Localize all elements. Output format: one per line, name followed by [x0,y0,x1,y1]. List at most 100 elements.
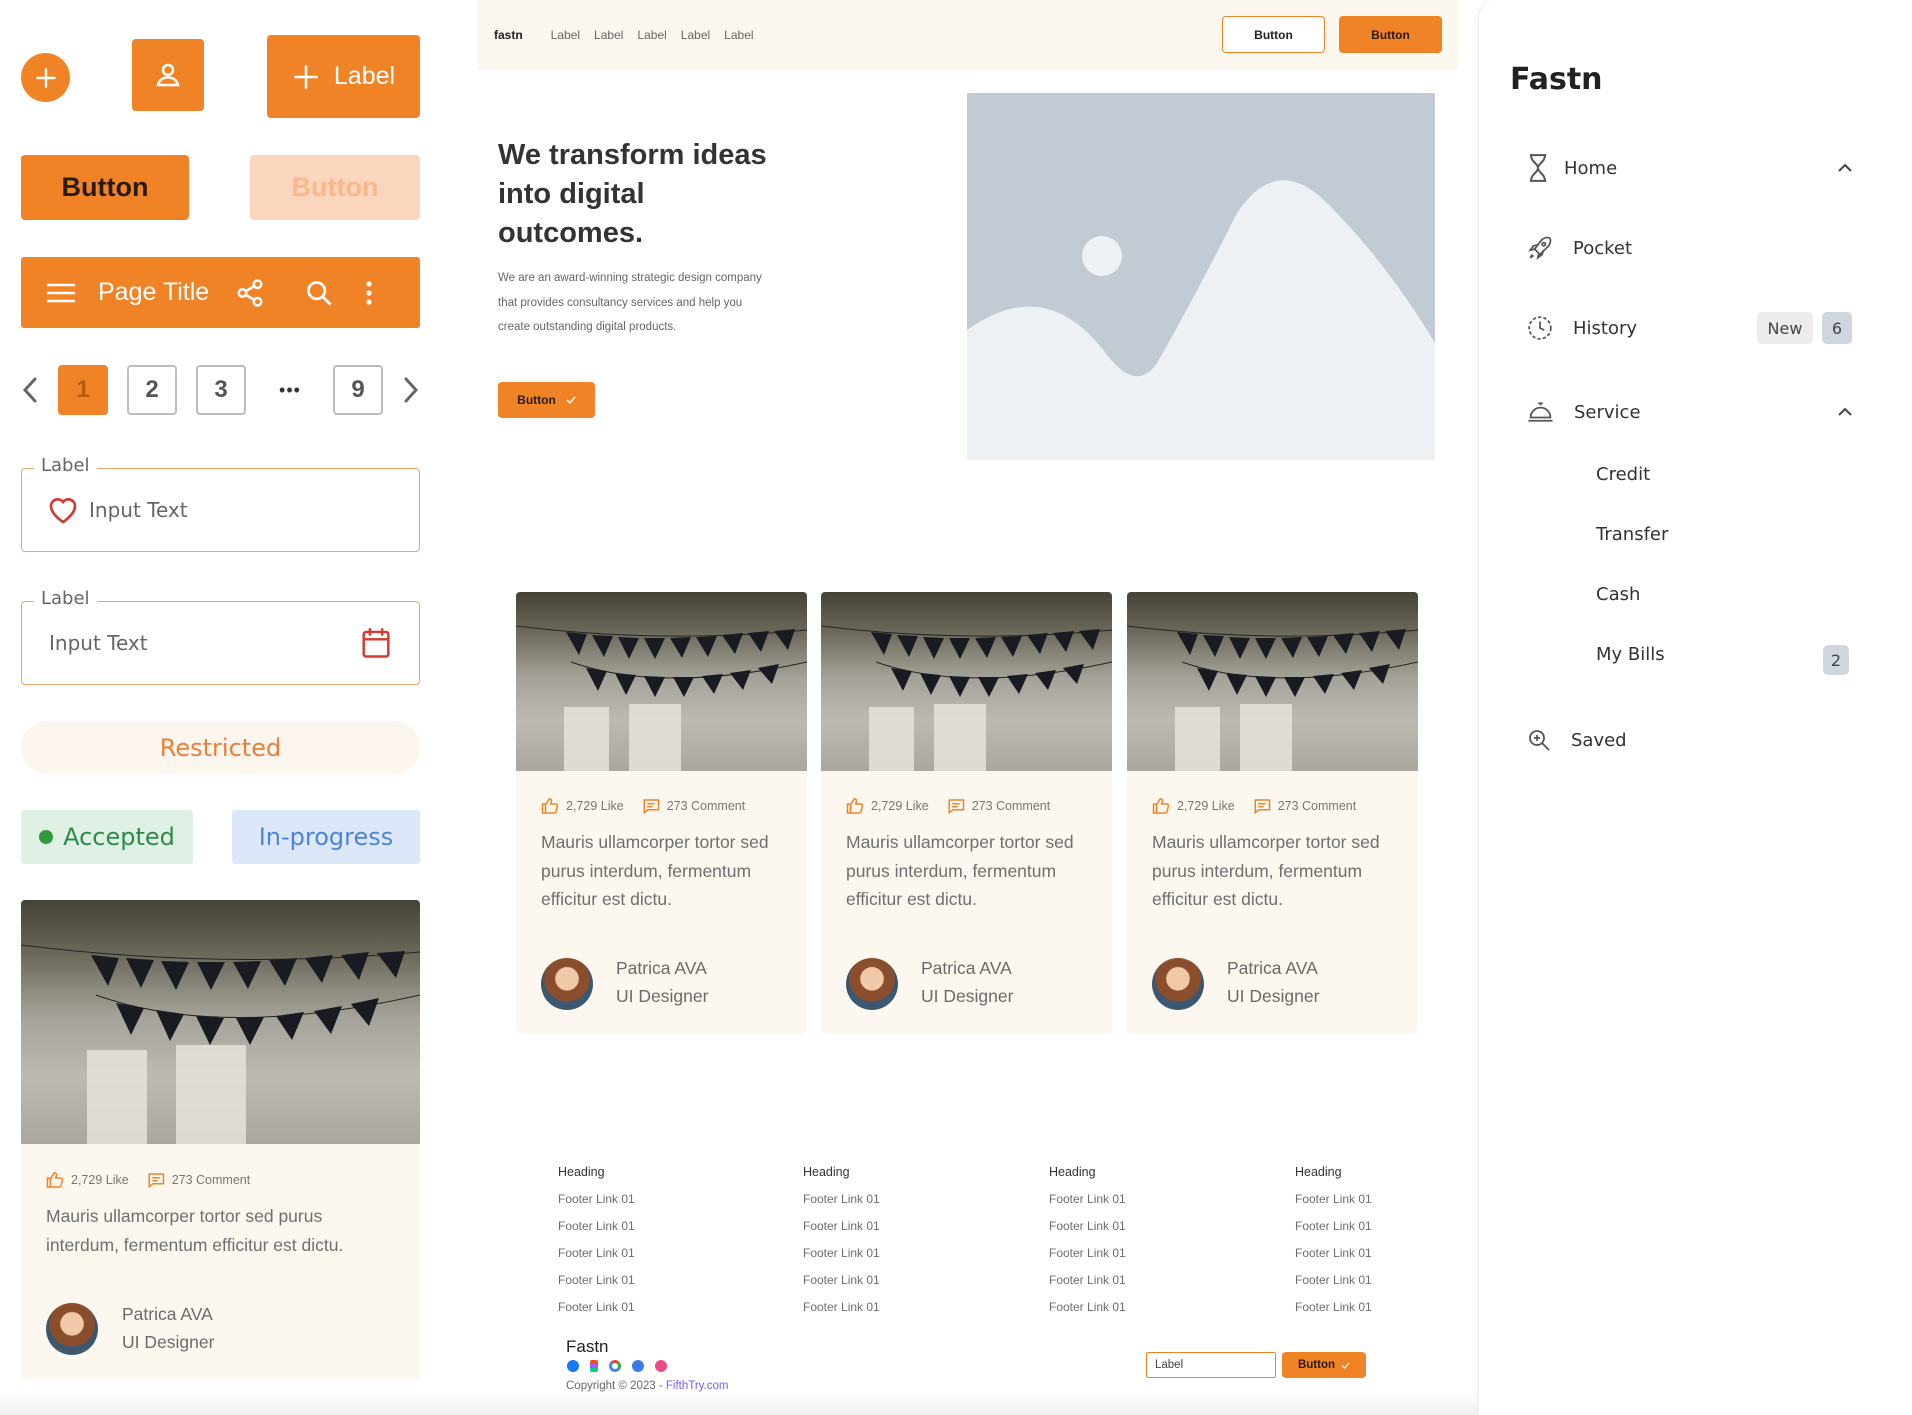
blog-card[interactable]: 2,729 Like 273 Comment Mauris ullamcorpe… [516,592,807,1034]
sidebar-item-saved[interactable]: Saved [1527,728,1627,752]
pagination-page-9[interactable]: 9 [333,365,383,415]
comment-count[interactable]: 273 Comment [147,1172,250,1188]
sidebar-item-history[interactable]: History New 6 [1527,312,1853,344]
footer-link[interactable]: Footer Link 01 [803,1192,880,1206]
user-icon [156,63,180,87]
search-icon[interactable] [305,279,333,307]
thumbs-up-icon [46,1171,64,1188]
footer-link[interactable]: Footer Link 01 [1295,1273,1372,1287]
count-badge: 6 [1822,312,1852,344]
sidebar-subitem-my-bills[interactable]: My Bills 2 [1596,644,1853,675]
sidebar-item-pocket[interactable]: Pocket [1527,234,1632,262]
footer-input-placeholder: Label [1155,1359,1184,1371]
nav-link[interactable]: Label [681,28,710,42]
footer-link[interactable]: Footer Link 01 [803,1300,880,1314]
blog-card[interactable]: 2,729 Like 273 Comment Mauris ullamcorpe… [1127,592,1418,1034]
primary-button[interactable]: Button [21,155,189,220]
footer-link[interactable]: Footer Link 01 [1049,1192,1126,1206]
blog-card[interactable]: 2,729 Like 273 Comment Mauris ullamcorpe… [21,900,420,1380]
footer-link[interactable]: Footer Link 01 [1049,1300,1126,1314]
footer-link[interactable]: Footer Link 01 [558,1273,635,1287]
nav-link[interactable]: Label [594,28,623,42]
navbar-outline-button[interactable]: Button [1222,16,1325,53]
footer-link[interactable]: Footer Link 01 [1049,1246,1126,1260]
footer-link[interactable]: Footer Link 01 [803,1273,880,1287]
ellipsis-text: ••• [279,379,301,400]
navbar-filled-button[interactable]: Button [1339,16,1442,53]
footer-link[interactable]: Footer Link 01 [558,1300,635,1314]
in-progress-chip: In-progress [232,810,420,864]
comment-count[interactable]: 273 Comment [1253,798,1356,814]
sidebar-item-home[interactable]: Home [1527,154,1853,182]
input-field-favorite[interactable]: Input Text [21,468,420,552]
avatar [846,958,898,1010]
author: Patrica AVA UI Designer [616,954,708,1010]
input-field-date[interactable]: Input Text [21,601,420,685]
footer-link[interactable]: Footer Link 01 [1049,1273,1126,1287]
footer-link[interactable]: Footer Link 01 [1295,1246,1372,1260]
hourglass-icon [1529,154,1547,182]
pagination-page-1[interactable]: 1 [58,365,108,415]
footer-link[interactable]: Footer Link 01 [803,1219,880,1233]
hero-button[interactable]: Button [498,382,595,418]
sidebar-subitem-label: Cash [1596,584,1641,605]
like-count[interactable]: 2,729 Like [46,1171,129,1188]
nav-link[interactable]: Label [724,28,753,42]
footer-link[interactable]: Footer Link 01 [558,1219,635,1233]
footer-link[interactable]: Footer Link 01 [1295,1192,1372,1206]
like-count[interactable]: 2,729 Like [1152,797,1235,814]
share-icon[interactable] [235,278,265,308]
comment-count[interactable]: 273 Comment [642,798,745,814]
thumbs-up-icon [541,797,559,814]
plus-icon [35,67,56,88]
user-button[interactable] [132,39,204,111]
like-count-text: 2,729 Like [871,798,929,813]
card-text: Mauris ullamcorper tortor sed purus inte… [846,832,1074,909]
author-name: Patrica AVA [1227,958,1318,978]
footer-link[interactable]: Footer Link 01 [558,1192,635,1206]
chevron-up-icon[interactable] [1837,407,1853,417]
card-meta: 2,729 Like 273 Comment [541,797,745,814]
blog-card[interactable]: 2,729 Like 273 Comment Mauris ullamcorpe… [821,592,1112,1034]
copyright-link[interactable]: FifthTry.com [666,1380,729,1392]
new-badge: New [1757,312,1813,344]
in-progress-chip-label: In-progress [258,823,394,851]
chevron-up-icon[interactable] [1837,163,1853,173]
pagination-page-2[interactable]: 2 [127,365,177,415]
add-fab-button[interactable] [21,53,70,102]
sidebar-subitem-credit[interactable]: Credit [1596,464,1650,485]
calendar-icon[interactable] [361,627,391,659]
like-count[interactable]: 2,729 Like [846,797,929,814]
dribbble-icon[interactable] [655,1360,667,1372]
facebook-icon[interactable] [567,1360,579,1372]
navbar-brand[interactable]: fastn [494,28,523,42]
google-icon[interactable] [609,1360,621,1372]
footer-link[interactable]: Footer Link 01 [1295,1300,1372,1314]
page-title: Page Title [98,278,210,306]
heart-icon [49,498,77,524]
sidebar-subitem-transfer[interactable]: Transfer [1596,524,1668,545]
nav-link[interactable]: Label [637,28,666,42]
card-meta: 2,729 Like 273 Comment [846,797,1050,814]
chevron-right-icon[interactable] [400,375,422,405]
footer-button[interactable]: Button [1282,1352,1366,1378]
like-count[interactable]: 2,729 Like [541,797,624,814]
sidebar-item-service[interactable]: Service [1527,401,1853,423]
disabled-button[interactable]: Button [250,155,420,220]
sidebar-subitem-cash[interactable]: Cash [1596,584,1640,605]
add-label-button[interactable]: Label [267,35,420,118]
footer-link[interactable]: Footer Link 01 [1295,1219,1372,1233]
card-image [516,592,807,771]
hamburger-menu-icon[interactable] [46,282,76,304]
more-vertical-icon[interactable] [365,280,373,306]
pagination-page-3[interactable]: 3 [196,365,246,415]
footer-link[interactable]: Footer Link 01 [803,1246,880,1260]
nav-link[interactable]: Label [551,28,580,42]
footer-link[interactable]: Footer Link 01 [558,1246,635,1260]
messenger-icon[interactable] [632,1360,644,1372]
footer-link[interactable]: Footer Link 01 [1049,1219,1126,1233]
chevron-left-icon[interactable] [19,375,41,405]
comment-count[interactable]: 273 Comment [947,798,1050,814]
figma-icon[interactable] [590,1360,598,1372]
footer-input[interactable]: Label [1146,1352,1276,1378]
